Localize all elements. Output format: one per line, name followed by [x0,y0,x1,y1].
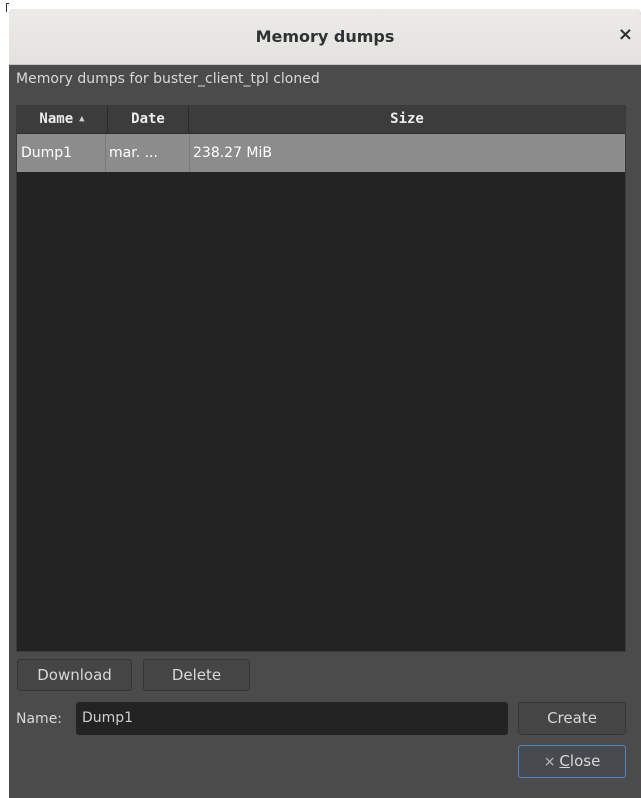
close-icon: × [543,754,556,770]
dumps-subtitle: Memory dumps for buster_client_tpl clone… [16,71,320,87]
cell-name: Dump1 [21,134,106,172]
delete-button[interactable]: Delete [143,659,250,691]
column-header-name-label: Name [39,111,74,127]
name-label: Name: [16,711,63,727]
table-row[interactable]: Dump1 mar. ... 238.27 MiB [17,134,625,172]
sort-ascending-icon: ▲ [79,114,85,124]
cell-date: mar. ... [108,134,190,172]
column-header-name[interactable]: Name ▲ [17,106,108,133]
table-header: Name ▲ Date Size [17,106,625,134]
name-input[interactable]: Dump1 [76,702,508,735]
column-header-date[interactable]: Date [108,106,189,133]
download-button[interactable]: Download [17,659,132,691]
column-header-size[interactable]: Size [189,106,625,133]
cell-size: 238.27 MiB [193,145,273,161]
column-header-date-label: Date [131,111,165,127]
create-button[interactable]: Create [518,702,626,735]
close-mnemonic: C [559,752,570,770]
close-window-icon[interactable]: × [618,24,633,45]
close-button[interactable]: × Close [518,745,626,778]
column-header-size-label: Size [390,111,424,127]
close-label-rest: lose [569,752,601,770]
window-title: Memory dumps [255,27,395,46]
title-bar[interactable]: Memory dumps × [9,9,641,65]
dumps-table[interactable]: Name ▲ Date Size Dump1 mar. ... 238.27 Mi… [16,105,626,652]
